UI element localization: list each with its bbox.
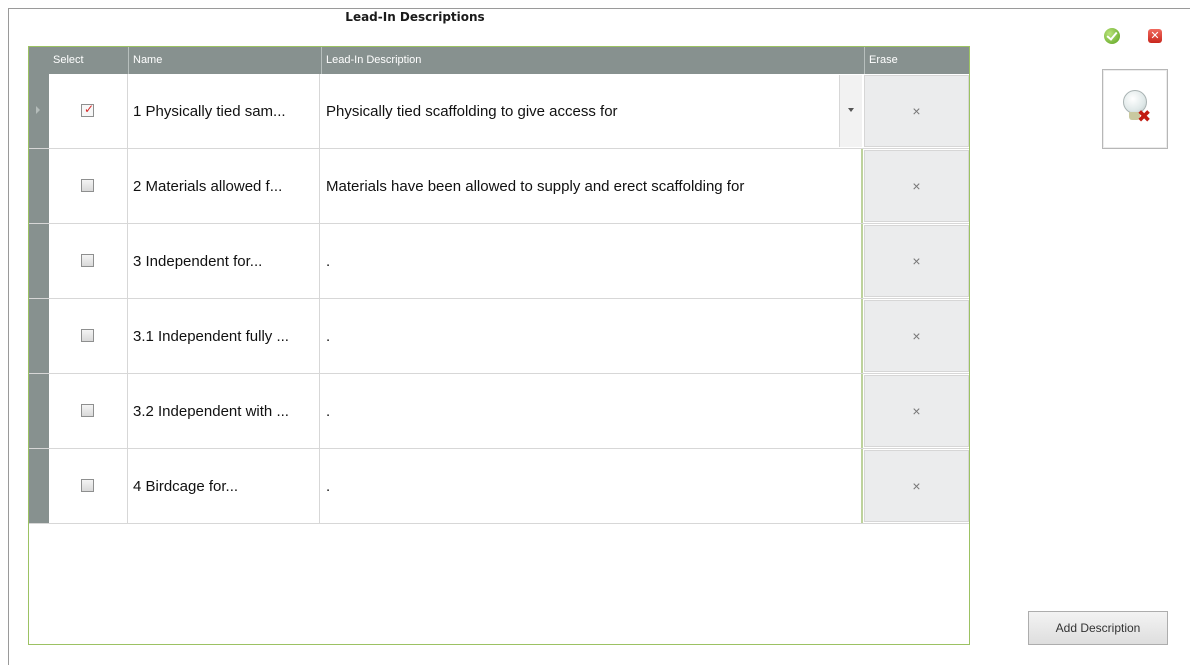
erase-button[interactable]: × [864,75,969,147]
description-cell[interactable]: . [321,224,863,298]
description-cell[interactable]: . [321,374,863,448]
descriptions-grid: Select Name Lead-In Description Erase ✓ … [28,46,970,645]
description-cell[interactable]: . [321,299,863,373]
checkmark-icon: ✓ [84,102,95,116]
header-name[interactable]: Name [128,47,321,74]
select-cell [49,224,128,298]
select-cell [49,449,128,523]
name-cell[interactable]: 3.1 Independent fully ... [128,299,320,373]
ok-check-icon[interactable] [1104,28,1120,44]
remove-hint-button[interactable]: ✖ [1102,69,1168,149]
header-description[interactable]: Lead-In Description [321,47,864,74]
table-row[interactable]: 3 Independent for... . × [29,224,969,299]
row-checkbox[interactable] [81,179,94,192]
erase-button[interactable]: × [864,375,969,447]
description-cell[interactable]: . [321,449,863,523]
row-indicator[interactable] [29,224,49,298]
select-cell [49,374,128,448]
header-select[interactable]: Select [49,47,128,74]
name-cell[interactable]: 3.2 Independent with ... [128,374,320,448]
select-cell [49,149,128,223]
name-cell[interactable]: 3 Independent for... [128,224,320,298]
description-combo[interactable]: Physically tied scaffolding to give acce… [321,74,863,148]
row-indicator[interactable] [29,149,49,223]
add-description-button[interactable]: Add Description [1028,611,1168,645]
row-indicator[interactable] [29,374,49,448]
row-indicator[interactable] [29,299,49,373]
row-indicator[interactable] [29,74,49,148]
grid-header: Select Name Lead-In Description Erase [29,47,969,74]
dialog-title: Lead-In Descriptions [345,10,485,24]
erase-button[interactable]: × [864,450,969,522]
table-row[interactable]: 4 Birdcage for... . × [29,449,969,524]
select-cell [49,299,128,373]
current-row-arrow-icon [36,106,40,114]
name-cell[interactable]: 2 Materials allowed f... [128,149,320,223]
erase-button[interactable]: × [864,300,969,372]
dropdown-button[interactable] [839,75,862,147]
row-checkbox[interactable] [81,404,94,417]
close-icon[interactable]: ✕ [1148,29,1162,43]
erase-button[interactable]: × [864,150,969,222]
row-checkbox[interactable] [81,479,94,492]
select-cell: ✓ [49,74,128,148]
header-erase[interactable]: Erase [864,47,969,74]
table-row[interactable]: 3.2 Independent with ... . × [29,374,969,449]
row-checkbox[interactable]: ✓ [81,102,95,117]
row-checkbox[interactable] [81,254,94,267]
name-cell[interactable]: 4 Birdcage for... [128,449,320,523]
name-cell[interactable]: 1 Physically tied sam... [128,74,320,148]
table-row[interactable]: 3.1 Independent fully ... . × [29,299,969,374]
description-cell[interactable]: Materials have been allowed to supply an… [321,149,863,223]
chevron-down-icon [848,108,854,112]
table-row[interactable]: ✓ 1 Physically tied sam... Physically ti… [29,74,969,149]
row-indicator[interactable] [29,449,49,523]
table-row[interactable]: 2 Materials allowed f... Materials have … [29,149,969,224]
row-checkbox[interactable] [81,329,94,342]
remove-x-icon: ✖ [1137,107,1152,126]
erase-button[interactable]: × [864,225,969,297]
